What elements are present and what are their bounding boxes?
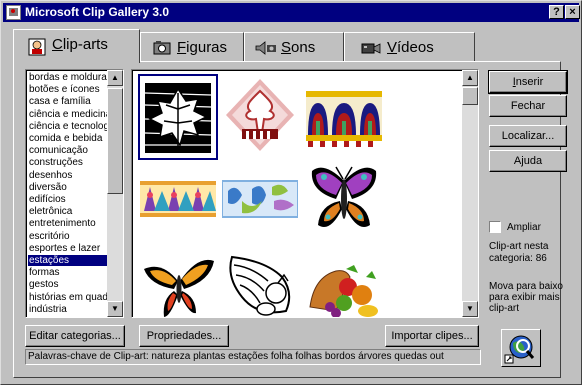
clip-item[interactable] [138,244,218,317]
help-title-button[interactable]: ? [549,5,564,19]
leaf-clip-icon [142,79,214,157]
speaker-icon [255,41,276,55]
video-camera-icon [361,43,381,54]
category-item[interactable]: edifícios [28,194,110,205]
tab-sons-accel: S [281,39,292,56]
tab-sons[interactable]: Sons [244,32,344,62]
scroll-hint-line1: Mova para baixo [489,281,563,292]
clip-item[interactable] [304,158,384,244]
tab-videos[interactable]: Vídeos [344,32,475,62]
tab-videos-accel: V [387,39,398,56]
clip-item[interactable] [304,244,384,317]
tab-clip-arts-label: lip-arts [62,36,108,53]
category-item[interactable]: entretenimento [28,218,110,229]
clip-gallery-app-icon [6,5,21,20]
cornucopia-clip-icon [229,255,291,316]
keywords-status-bar: Palavras-chave de Clip-art: natureza pla… [25,349,481,365]
orange-butterfly-clip-icon [144,259,214,317]
tab-figuras[interactable]: Figuras [140,32,244,62]
clip-item[interactable] [138,74,218,160]
clip-item[interactable] [220,158,300,244]
category-item[interactable]: estações [28,255,110,266]
gallery-scroll-down-button[interactable]: ▼ [462,301,478,317]
tulip-border-clip-icon [306,91,382,147]
insert-button[interactable]: Inserir [488,70,568,94]
window-title: Microsoft Clip Gallery 3.0 [25,5,170,19]
category-item[interactable]: esportes e lazer [28,243,110,254]
category-item[interactable]: botões e ícones [28,84,110,95]
clip-item[interactable] [220,244,300,317]
category-list[interactable]: bordas e molduras botões e ícones casa e f… [25,69,124,318]
clip-item[interactable] [304,74,384,160]
globe-search-icon [504,335,535,364]
category-item[interactable]: construções [28,157,110,168]
gallery-scroll-thumb[interactable] [462,87,478,105]
category-item[interactable]: gestos [28,279,110,290]
category-item[interactable]: eletrônica [28,206,110,217]
gallery-scrollbar[interactable]: ▲ ▼ [462,70,478,317]
clip-art-icon [28,38,46,56]
purple-butterfly-clip-icon [311,166,377,227]
camera-icon [153,41,171,55]
tab-sons-label: ons [291,39,316,56]
clip-gallery-grid[interactable]: ▲ ▼ [131,69,479,318]
tulip-band-clip-icon [140,181,216,217]
category-scrollbar[interactable]: ▲ ▼ [107,70,123,317]
clip-item[interactable] [138,158,218,244]
category-count-line1: Clip-art nesta [489,241,549,252]
category-item[interactable]: comida e bebida [28,133,110,144]
tab-figuras-label: iguras [186,39,228,56]
properties-button[interactable]: Propriedades... [139,325,229,347]
title-bar[interactable]: Microsoft Clip Gallery 3.0 ? × [3,3,580,22]
close-button[interactable]: Fechar [489,95,567,117]
tab-videos-label: ídeos [397,39,434,56]
tab-figuras-accel: F [177,39,187,56]
scroll-hint-line3: clip-art [489,303,520,314]
category-item[interactable]: bordas e molduras [28,72,110,83]
tree-diamond-clip-icon [226,79,294,151]
help-button[interactable]: Ajuda [489,150,567,172]
scroll-thumb[interactable] [107,88,123,194]
clip-item[interactable] [220,74,300,160]
fruit-cornucopia-clip-icon [309,265,378,317]
tab-clip-arts-accel: C [52,36,63,53]
category-item[interactable]: desenhos [28,170,110,181]
import-clips-button[interactable]: Importar clipes... [385,325,479,347]
blue-butterfly-band-clip-icon [222,180,298,218]
scroll-hint-line2: para exibir mais [489,292,560,303]
enlarge-label[interactable]: Ampliar [507,222,541,233]
edit-categories-button[interactable]: Editar categorias... [25,325,125,347]
scroll-down-button[interactable]: ▼ [107,301,123,317]
clip-gallery-window: Microsoft Clip Gallery 3.0 ? × Clip-arts… [0,0,582,385]
scroll-up-button[interactable]: ▲ [107,70,123,86]
find-button[interactable]: Localizar... [489,125,567,147]
tab-clip-arts[interactable]: Clip-arts [13,29,140,63]
clip-gallery-live-button[interactable] [501,329,541,367]
category-item[interactable]: casa e família [28,96,110,107]
enlarge-checkbox[interactable] [489,221,501,233]
category-item[interactable]: diversão [28,182,110,193]
category-item[interactable]: indústria [28,304,110,315]
insert-button-label: nserir [515,76,544,88]
category-item[interactable]: ciência e medicina [28,109,110,120]
gallery-scroll-up-button[interactable]: ▲ [462,70,478,86]
category-item[interactable]: escritório [28,231,110,242]
category-count-line2: categoria: 86 [489,253,547,264]
category-item[interactable]: formas [28,267,110,278]
category-item[interactable]: histórias em quadrinhos [28,292,110,303]
category-item[interactable]: comunicação [28,145,110,156]
category-item[interactable]: ciência e tecnologia [28,121,110,132]
close-title-button[interactable]: × [565,5,580,19]
